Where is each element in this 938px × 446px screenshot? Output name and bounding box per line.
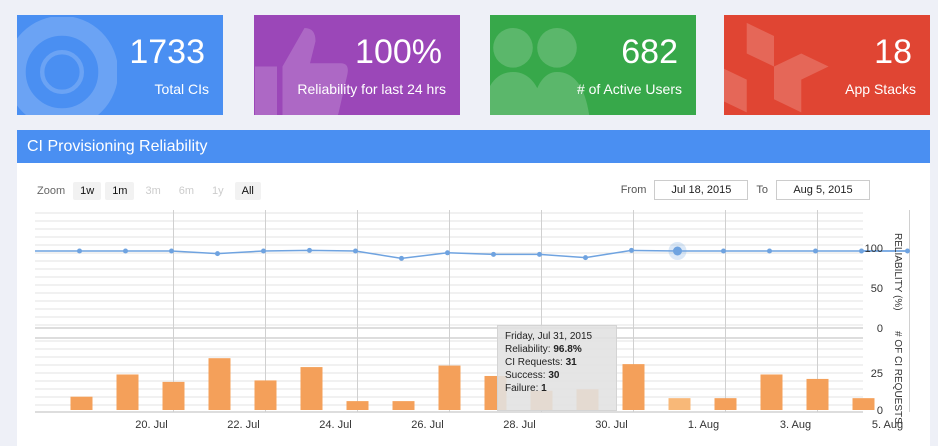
active-users-value: 682	[621, 33, 678, 71]
users-icon	[490, 28, 590, 115]
reliability-point	[813, 248, 818, 254]
reliability-point	[859, 248, 864, 254]
total-cis-label: Total CIs	[154, 81, 209, 97]
reliability-point	[307, 247, 312, 253]
reliability-panel: CI Provisioning Reliability Zoom 1w 1m 3…	[17, 130, 930, 446]
reliability-point	[905, 248, 910, 254]
total-cis-value: 1733	[129, 33, 205, 71]
reliability-point	[169, 248, 174, 254]
reliability-point	[721, 248, 726, 254]
request-bar	[438, 365, 461, 410]
reliability-chart[interactable]: 20. Jul 22. Jul 24. Jul 26. Jul 28. Jul 30. J…	[17, 130, 930, 446]
request-bar	[208, 358, 231, 410]
reliability-point	[491, 251, 496, 257]
request-bar	[70, 396, 93, 410]
reliability-point	[77, 248, 82, 254]
tooltip-success: 30	[548, 370, 560, 381]
x-tick-label: 28. Jul	[503, 419, 535, 431]
requests-axis-title: # OF CI REQUESTS	[892, 331, 903, 424]
tooltip-failure: 1	[541, 383, 547, 394]
tooltip-reliability: 96.8%	[553, 344, 582, 355]
app-stacks-tile[interactable]: 18 App Stacks	[724, 15, 930, 115]
tooltip-date: Friday, Jul 31, 2015	[505, 331, 593, 342]
x-tick-label: 20. Jul	[135, 419, 167, 431]
x-tick-label: 1. Aug	[688, 419, 719, 431]
request-bar	[806, 378, 829, 410]
x-tick-label: 24. Jul	[319, 419, 351, 431]
request-bar	[622, 364, 645, 410]
request-bar	[116, 374, 139, 410]
requests-tick-label: 0	[877, 405, 883, 417]
tooltip-requests: 31	[565, 357, 577, 368]
x-tick-label: 30. Jul	[595, 419, 627, 431]
x-tick-label: 22. Jul	[227, 419, 259, 431]
reliability-point	[629, 247, 634, 253]
reliability-value: 100%	[355, 33, 442, 71]
cubes-icon	[724, 22, 829, 113]
requests-tick-label: 25	[871, 368, 883, 380]
reliability-tick-label: 100	[865, 243, 883, 255]
reliability-axis-title: RELIABILITY (%)	[892, 233, 903, 311]
request-bar	[668, 398, 691, 410]
tooltip-failure-label: Failure:	[505, 383, 539, 394]
reliability-point	[399, 255, 404, 261]
request-bar	[162, 381, 185, 410]
x-tick-label: 26. Jul	[411, 419, 443, 431]
request-bar	[392, 401, 415, 410]
request-bar	[300, 367, 323, 410]
request-bar	[346, 401, 369, 410]
reliability-label: Reliability for last 24 hrs	[297, 81, 446, 97]
tooltip-requests-label: CI Requests:	[505, 357, 563, 368]
reliability-point	[123, 248, 128, 254]
request-bar	[254, 380, 277, 410]
request-bar	[760, 374, 783, 410]
lifebuoy-icon	[17, 17, 117, 115]
chart-tooltip: Friday, Jul 31, 2015 Reliability: 96.8% …	[497, 325, 617, 411]
active-users-tile[interactable]: 682 # of Active Users	[490, 15, 696, 115]
reliability-point	[673, 246, 682, 256]
reliability-tile[interactable]: 100% Reliability for last 24 hrs	[254, 15, 460, 115]
tooltip-reliability-label: Reliability:	[505, 344, 551, 355]
reliability-point	[261, 248, 266, 254]
reliability-point	[353, 248, 358, 254]
app-stacks-label: App Stacks	[845, 81, 916, 97]
total-cis-tile[interactable]: 1733 Total CIs	[17, 15, 223, 115]
x-tick-label: 3. Aug	[780, 419, 811, 431]
reliability-point	[583, 255, 588, 261]
reliability-point	[445, 250, 450, 256]
active-users-label: # of Active Users	[576, 81, 682, 97]
app-stacks-value: 18	[874, 33, 912, 71]
thumbs-up-icon	[255, 28, 348, 115]
tooltip-success-label: Success:	[505, 370, 546, 381]
request-bar	[714, 398, 737, 410]
reliability-point	[767, 248, 772, 254]
reliability-point	[215, 251, 220, 257]
request-bar	[852, 398, 875, 410]
reliability-point	[537, 251, 542, 257]
reliability-tick-label: 0	[877, 323, 883, 335]
reliability-tick-label: 50	[871, 283, 883, 295]
